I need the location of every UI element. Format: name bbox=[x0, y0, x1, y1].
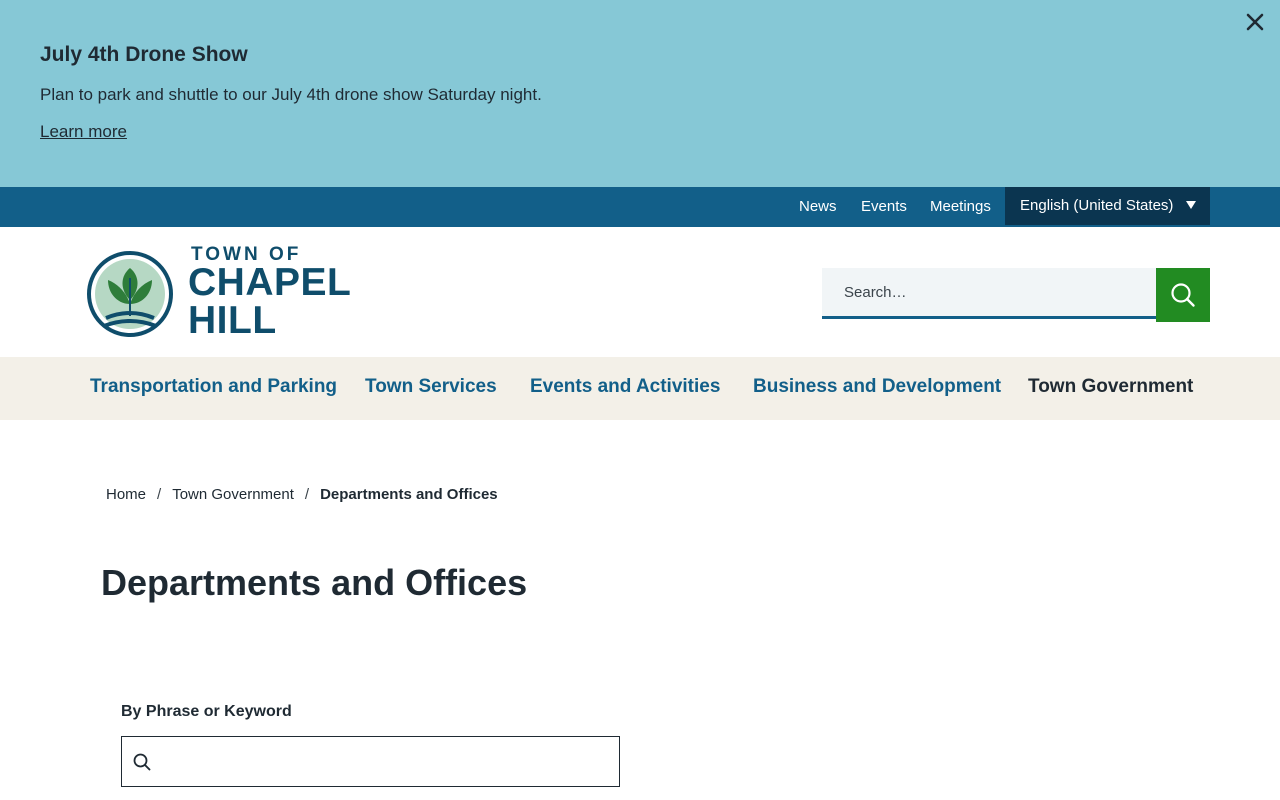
language-select-value: English (United States) bbox=[1020, 197, 1174, 214]
caret-down-icon bbox=[1186, 201, 1196, 209]
breadcrumb-town-government-link[interactable]: Town Government bbox=[172, 486, 294, 503]
site-logo[interactable]: TOWN OF CHAPEL HILL bbox=[86, 244, 351, 344]
logo-line-chapel: CHAPEL bbox=[188, 261, 352, 304]
alert-learn-more-link[interactable]: Learn more bbox=[40, 122, 127, 142]
keyword-filter-field bbox=[121, 736, 620, 787]
filter-label: By Phrase or Keyword bbox=[121, 703, 292, 720]
tree-leaf-emblem-icon bbox=[87, 251, 173, 337]
breadcrumb-separator: / bbox=[157, 486, 162, 503]
utility-link-news[interactable]: News bbox=[799, 198, 837, 215]
page-title: Departments and Offices bbox=[101, 562, 528, 603]
alert-title: July 4th Drone Show bbox=[40, 43, 248, 66]
close-icon[interactable] bbox=[1243, 10, 1267, 34]
main-nav: Transportation and Parking Town Services… bbox=[0, 357, 1280, 420]
alert-text: Plan to park and shuttle to our July 4th… bbox=[40, 85, 542, 104]
utility-link-events[interactable]: Events bbox=[861, 198, 907, 215]
site-search bbox=[822, 268, 1210, 322]
nav-item-town-services[interactable]: Town Services bbox=[365, 376, 497, 398]
nav-item-town-government[interactable]: Town Government bbox=[1028, 376, 1193, 398]
utility-nav: News Events Meetings English (United Sta… bbox=[0, 187, 1280, 227]
nav-item-transportation-and-parking[interactable]: Transportation and Parking bbox=[90, 376, 337, 398]
search-icon bbox=[133, 753, 151, 771]
search-button[interactable] bbox=[1156, 268, 1210, 322]
language-select[interactable]: English (United States) bbox=[1005, 187, 1210, 225]
logo-line-chapel-hill: CHAPEL HILL bbox=[188, 261, 352, 342]
search-icon bbox=[1171, 283, 1195, 307]
utility-link-meetings[interactable]: Meetings bbox=[930, 198, 991, 215]
breadcrumb-current: Departments and Offices bbox=[320, 486, 498, 503]
nav-item-business-and-development[interactable]: Business and Development bbox=[753, 376, 1001, 398]
search-input[interactable] bbox=[822, 268, 1156, 319]
nav-item-events-and-activities[interactable]: Events and Activities bbox=[530, 376, 720, 398]
breadcrumb: Home / Town Government / Departments and Off… bbox=[106, 486, 498, 503]
breadcrumb-home-link[interactable]: Home bbox=[106, 486, 146, 503]
keyword-filter-input[interactable] bbox=[162, 738, 616, 786]
logo-line-hill: HILL bbox=[188, 299, 277, 342]
alert-banner: July 4th Drone Show Plan to park and shu… bbox=[0, 0, 1280, 187]
breadcrumb-separator: / bbox=[304, 486, 310, 503]
